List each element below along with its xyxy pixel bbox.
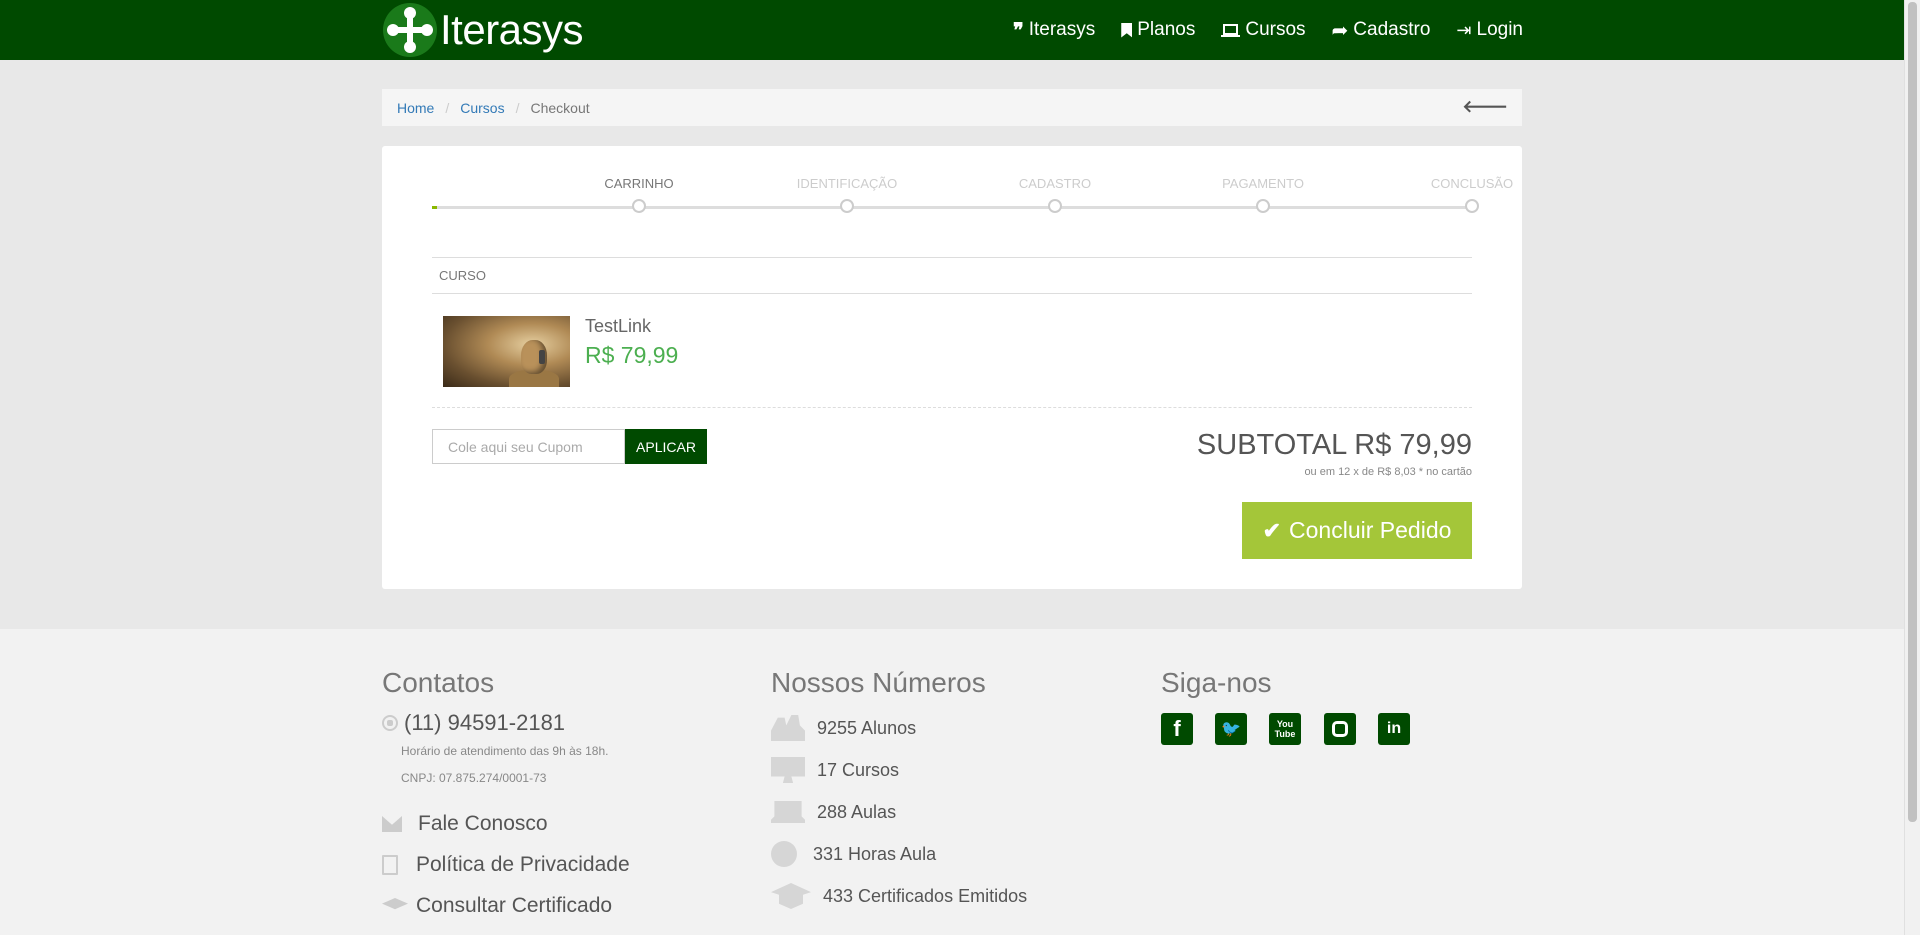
checkout-panel: CARRINHO IDENTIFICAÇÃO CADASTRO PAGAMENT… — [382, 146, 1522, 589]
iterasys-logo-icon — [383, 3, 437, 57]
coupon-input[interactable] — [432, 429, 625, 464]
laptop-icon — [1221, 23, 1241, 37]
footer-social-title: Siga-nos — [1161, 667, 1272, 698]
youtube-icon[interactable]: You Tube — [1269, 713, 1301, 745]
column-header-curso: CURSO — [439, 268, 486, 283]
top-navbar: Iterasys ❞ Iterasys Planos Cursos ➦ Cada… — [0, 0, 1904, 60]
divider — [432, 407, 1472, 408]
cart-table-header: CURSO — [432, 257, 1472, 294]
nav-item-label: Planos — [1137, 19, 1196, 40]
step-identificacao[interactable]: IDENTIFICAÇÃO — [777, 176, 917, 191]
contact-phone[interactable]: (11) 94591-2181 — [382, 710, 565, 736]
apply-coupon-button[interactable]: APLICAR — [625, 429, 707, 464]
step-dot-conclusao[interactable] — [1465, 199, 1479, 213]
contact-hours: Horário de atendimento das 9h às 18h. — [401, 744, 609, 758]
footer-link-certificado[interactable]: Consultar Certificado — [382, 894, 612, 918]
breadcrumb: Home / Cursos / Checkout 🡐 — [382, 89, 1522, 126]
bookmark-icon — [1121, 22, 1133, 38]
step-dot-cadastro[interactable] — [1048, 199, 1062, 213]
stat-certificados: 433 Certificados Emitidos — [771, 883, 1027, 909]
document-icon — [382, 855, 398, 875]
nav-item-label: Cadastro — [1353, 19, 1431, 40]
clock-icon — [771, 841, 797, 867]
desktop-icon — [771, 757, 805, 783]
course-price: R$ 79,99 — [585, 342, 679, 368]
back-arrow-icon[interactable]: 🡐 — [1462, 97, 1508, 117]
step-pagamento[interactable]: PAGAMENTO — [1193, 176, 1333, 191]
contact-phone-number: (11) 94591-2181 — [404, 710, 566, 735]
footer-link-fale-conosco[interactable]: Fale Conosco — [382, 812, 548, 836]
stat-aulas: 288 Aulas — [771, 801, 896, 823]
breadcrumb-cursos-link[interactable]: Cursos — [460, 100, 504, 116]
installments-note: ou em 12 x de R$ 8,03 * no cartão — [1304, 466, 1472, 478]
page-scrollbar[interactable] — [1904, 0, 1920, 935]
brand-logo-link[interactable]: Iterasys — [383, 2, 584, 58]
footer-link-privacidade[interactable]: Política de Privacidade — [382, 853, 630, 877]
stat-cursos: 17 Cursos — [771, 757, 899, 783]
subtotal: SUBTOTAL R$ 79,99 — [1196, 429, 1472, 461]
steps-progress-track — [432, 206, 1472, 209]
stat-label: 17 Cursos — [817, 759, 900, 780]
nav-item-label: Iterasys — [1028, 19, 1096, 40]
course-name[interactable]: TestLink — [585, 316, 651, 337]
users-icon — [771, 715, 805, 741]
nav-item-cursos[interactable]: Cursos — [1221, 19, 1306, 41]
brand-name: Iterasys — [440, 6, 584, 53]
course-thumbnail[interactable] — [443, 316, 570, 387]
footer-numbers-title: Nossos Números — [771, 667, 986, 698]
nav-item-iterasys[interactable]: ❞ Iterasys — [1013, 18, 1095, 43]
stat-alunos: 9255 Alunos — [771, 715, 916, 741]
footer-link-label: Política de Privacidade — [416, 853, 630, 876]
instagram-icon[interactable] — [1324, 713, 1356, 745]
step-dot-pagamento[interactable] — [1256, 199, 1270, 213]
breadcrumb-current: Checkout — [530, 99, 590, 116]
nav-item-cadastro[interactable]: ➦ Cadastro — [1332, 18, 1431, 43]
step-dot-carrinho[interactable] — [632, 199, 646, 213]
stat-label: 433 Certificados Emitidos — [823, 885, 1028, 906]
scrollbar-thumb[interactable] — [1908, 2, 1917, 822]
steps-progress-fill — [432, 206, 437, 209]
nav-item-login[interactable]: ⇥ Login — [1456, 19, 1523, 41]
step-dot-identificacao[interactable] — [840, 199, 854, 213]
breadcrumb-separator: / — [445, 99, 450, 116]
stat-label: 331 Horas Aula — [813, 843, 937, 864]
nav-item-label: Login — [1476, 19, 1524, 40]
sign-in-icon: ⇥ — [1456, 19, 1472, 40]
check-icon: ✔ — [1262, 517, 1282, 543]
whatsapp-icon — [382, 715, 398, 731]
share-icon: ➦ — [1331, 19, 1349, 42]
step-conclusao[interactable]: CONCLUSÃO — [1402, 176, 1542, 191]
footer-contacts-title: Contatos — [382, 667, 495, 698]
facebook-icon[interactable]: f — [1161, 713, 1193, 745]
nav-item-planos[interactable]: Planos — [1121, 19, 1195, 41]
stat-label: 288 Aulas — [817, 801, 897, 822]
laptop-icon — [771, 801, 805, 823]
quote-icon: ❞ — [1012, 19, 1024, 42]
stat-horas-aula: 331 Horas Aula — [771, 841, 936, 867]
checkout-steps: CARRINHO IDENTIFICAÇÃO CADASTRO PAGAMENT… — [382, 146, 1522, 226]
step-cadastro[interactable]: CADASTRO — [985, 176, 1125, 191]
conclude-order-label: Concluir Pedido — [1289, 517, 1452, 543]
graduation-cap-icon — [771, 883, 811, 909]
twitter-icon[interactable]: 🐦 — [1215, 713, 1247, 745]
footer-link-label: Fale Conosco — [418, 812, 548, 835]
nav-menu: ❞ Iterasys Planos Cursos ➦ Cadastro ⇥ Lo… — [987, 0, 1523, 60]
contact-cnpj: CNPJ: 07.875.274/0001-73 — [401, 771, 547, 785]
conclude-order-button[interactable]: ✔ Concluir Pedido — [1242, 502, 1472, 559]
step-carrinho[interactable]: CARRINHO — [569, 176, 709, 191]
breadcrumb-home-link[interactable]: Home — [397, 100, 434, 116]
graduation-cap-icon — [382, 898, 408, 910]
footer-link-label: Consultar Certificado — [416, 894, 613, 917]
linkedin-icon[interactable]: in — [1378, 713, 1410, 745]
envelope-icon — [382, 816, 402, 832]
nav-item-label: Cursos — [1245, 19, 1306, 40]
breadcrumb-separator: / — [515, 99, 520, 116]
footer: Contatos (11) 94591-2181 Horário de aten… — [0, 629, 1904, 935]
stat-label: 9255 Alunos — [817, 717, 917, 738]
